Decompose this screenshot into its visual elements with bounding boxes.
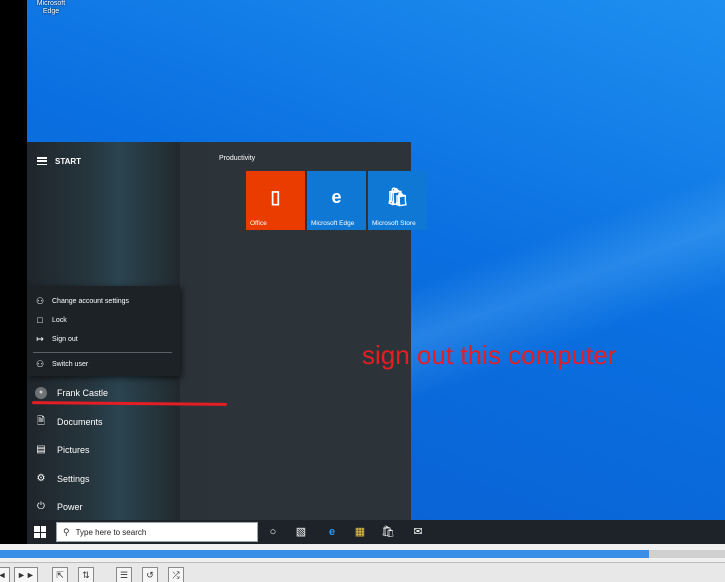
settings-item[interactable]: ⚙ Settings <box>35 470 90 488</box>
start-header: START <box>37 154 81 168</box>
player-progress-row <box>0 544 725 562</box>
progress-fill <box>0 550 649 558</box>
pictures-icon: ▤ <box>36 444 46 455</box>
taskbar-search[interactable]: ⚲ <box>56 522 258 542</box>
avatar: ● <box>35 387 47 399</box>
sign-out-item[interactable]: ↦ Sign out <box>35 332 78 346</box>
left-item-label: Documents <box>57 417 103 427</box>
windows-start-icon[interactable] <box>34 526 46 538</box>
left-item-label: Power <box>57 502 83 512</box>
tile-label: Microsoft Store <box>372 220 416 227</box>
office-icon: ▯ <box>270 187 281 207</box>
popup-item-label: Change account settings <box>52 297 130 305</box>
task-view-icon[interactable]: ▧ <box>293 524 309 540</box>
black-strip <box>0 0 27 544</box>
start-menu: START ⚇ Change account settings □ Lock ↦… <box>27 142 427 520</box>
equalizer-button[interactable]: ⇅ <box>78 567 94 582</box>
power-item[interactable]: ⏻ Power <box>35 498 83 516</box>
left-item-label: Settings <box>57 474 90 484</box>
tile-group-label: Productivity <box>219 155 256 162</box>
user-name: Frank Castle <box>57 388 109 398</box>
edge-icon[interactable]: e <box>324 524 340 540</box>
cortana-icon[interactable]: ○ <box>265 524 281 540</box>
switch-user-icon: ⚇ <box>35 359 45 369</box>
popup-item-label: Lock <box>52 316 67 324</box>
tile-label: Microsoft Edge <box>311 220 355 227</box>
pictures-item[interactable]: ▤ Pictures <box>35 441 90 459</box>
popup-divider <box>33 352 172 353</box>
store-icon: 🛍 <box>386 187 409 207</box>
hamburger-icon[interactable] <box>37 157 47 165</box>
start-right-pane: Productivity ▯ Office e Microsoft Edge 🛍… <box>207 142 427 520</box>
left-item-label: Pictures <box>57 445 90 455</box>
annotation-text: sign out this computer <box>362 340 617 370</box>
file-explorer-icon[interactable]: ▦ <box>352 524 368 540</box>
sign-out-icon: ↦ <box>36 334 44 344</box>
document-icon: 🗎 <box>36 416 46 427</box>
repeat-button[interactable]: ↺ <box>142 567 158 582</box>
playlist-button[interactable]: ☰ <box>116 567 132 582</box>
power-icon: ⏻ <box>37 501 45 512</box>
store-tile[interactable]: 🛍 Microsoft Store <box>368 171 427 230</box>
account-popup: ⚇ Change account settings □ Lock ↦ Sign … <box>27 286 180 376</box>
start-left-pane: START ⚇ Change account settings □ Lock ↦… <box>27 142 180 520</box>
office-tile[interactable]: ▯ Office <box>246 171 305 230</box>
user-account-item[interactable]: ● Frank Castle <box>35 384 108 402</box>
tile-label: Office <box>250 220 267 227</box>
popup-item-label: Sign out <box>52 335 78 343</box>
player-controls: ◄ ►► ⇱ ⇅ ☰ ↺ ⤮ <box>0 562 725 582</box>
store-icon[interactable]: 🛍 <box>380 524 396 540</box>
gear-icon: ⚙ <box>36 473 46 484</box>
popup-item-label: Switch user <box>52 360 89 368</box>
desktop-icon-edge-label[interactable]: Microsoft Edge <box>31 0 71 16</box>
next-button[interactable]: ►► <box>14 567 38 582</box>
lock-icon: □ <box>37 315 43 325</box>
person-gear-icon: ⚇ <box>35 296 45 306</box>
switch-user-item[interactable]: ⚇ Switch user <box>35 357 88 371</box>
previous-button[interactable]: ◄ <box>0 567 10 582</box>
edge-icon: e <box>331 187 342 207</box>
fullscreen-button[interactable]: ⇱ <box>52 567 68 582</box>
search-icon: ⚲ <box>63 526 70 537</box>
edge-tile[interactable]: e Microsoft Edge <box>307 171 366 230</box>
progress-bar[interactable] <box>0 550 725 558</box>
shuffle-button[interactable]: ⤮ <box>168 567 184 582</box>
start-title: START <box>55 156 82 166</box>
mail-icon[interactable]: ✉ <box>410 524 426 540</box>
taskbar: ⚲ ○ ▧ e ▦ 🛍 ✉ <box>27 520 725 544</box>
change-account-settings-item[interactable]: ⚇ Change account settings <box>35 294 129 308</box>
search-input[interactable] <box>75 527 246 537</box>
documents-item[interactable]: 🗎 Documents <box>35 413 103 431</box>
lock-item[interactable]: □ Lock <box>35 313 67 327</box>
